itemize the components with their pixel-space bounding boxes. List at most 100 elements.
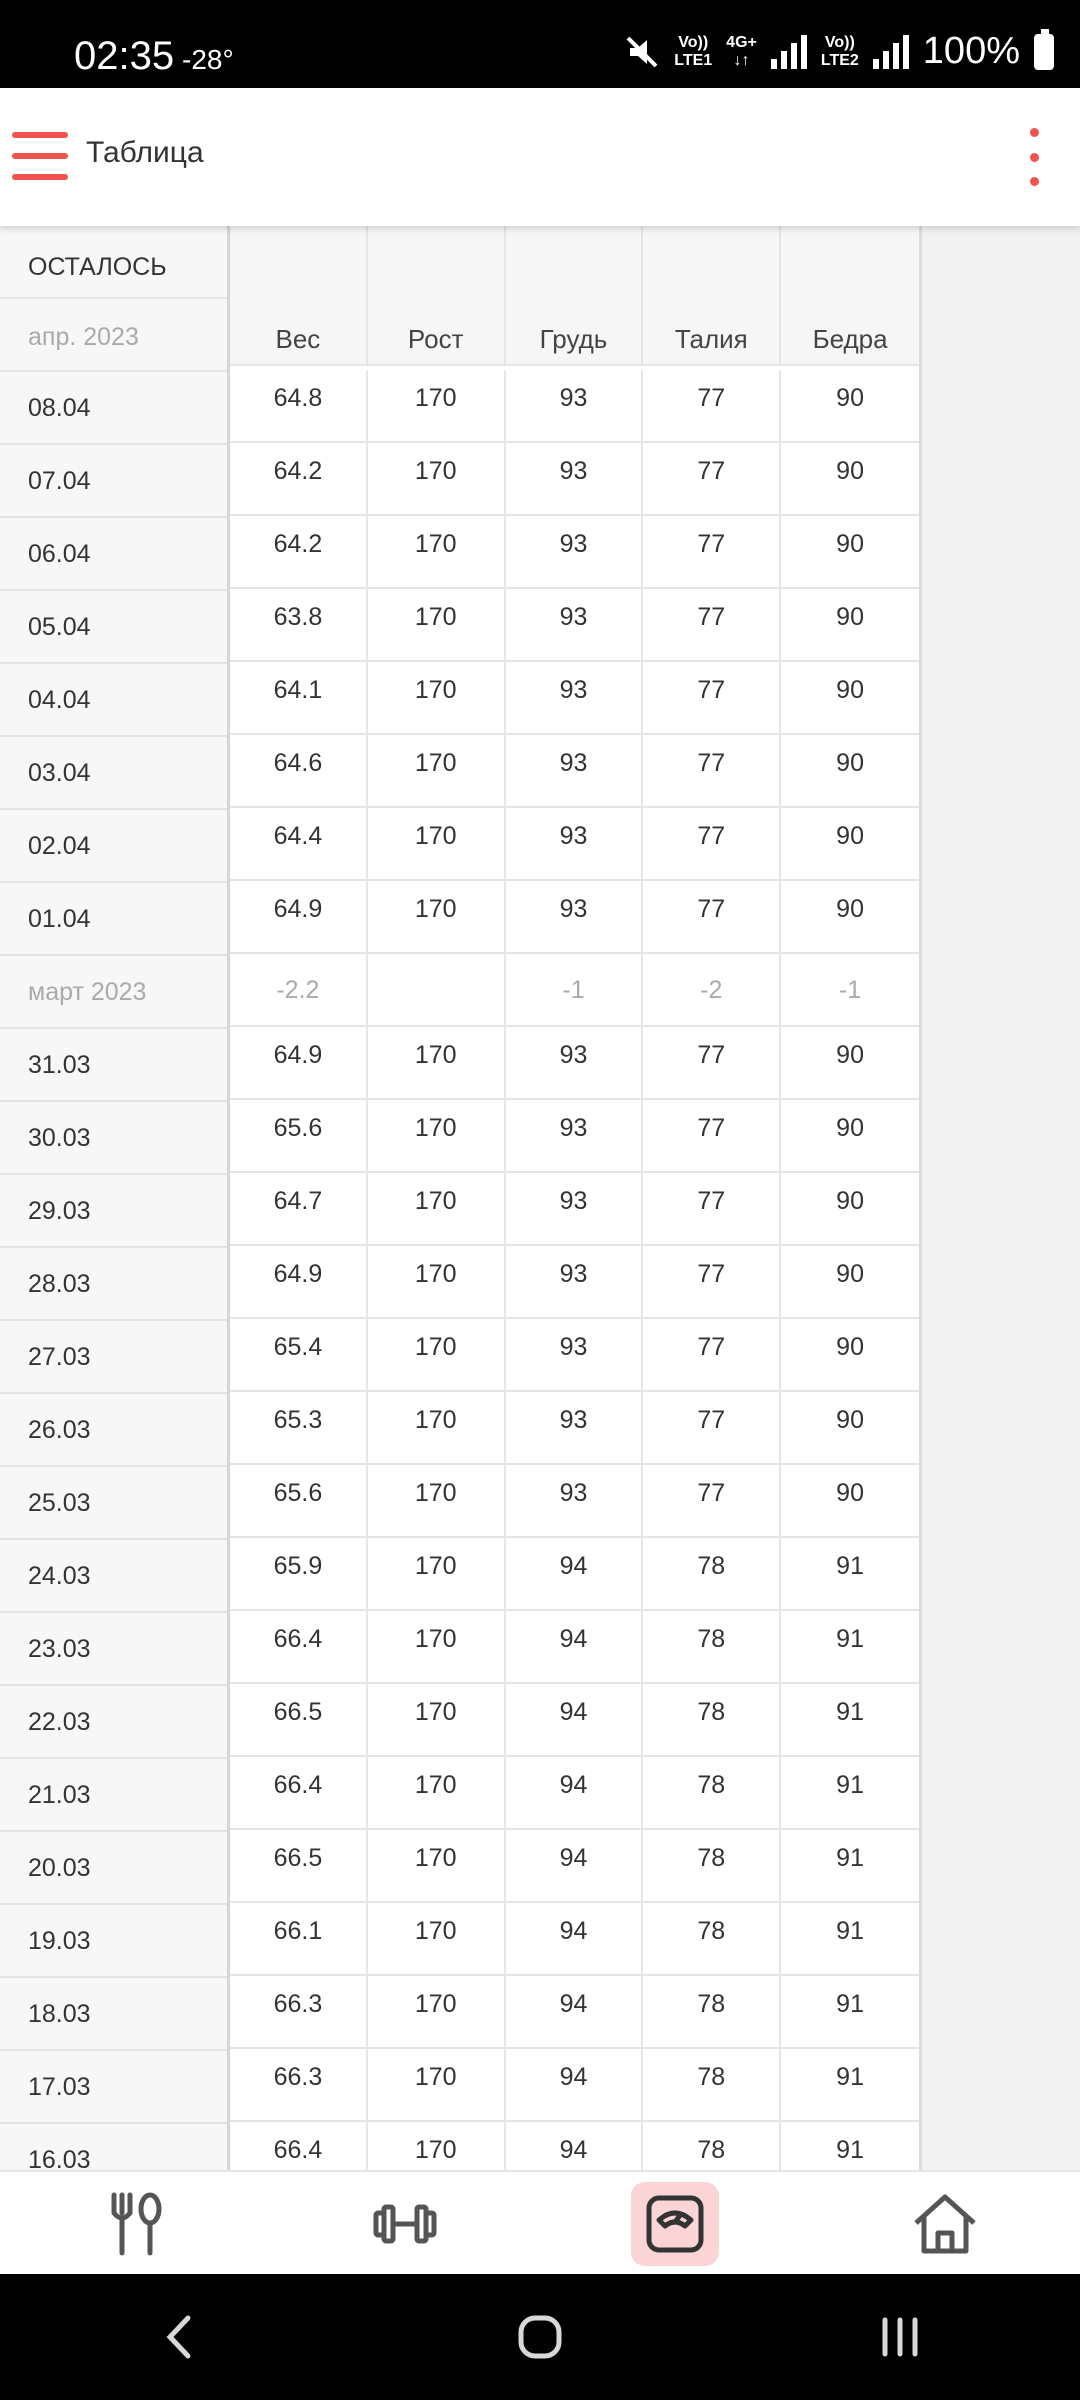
cell-hips: 90 [836,822,864,850]
cell-waist: 78 [643,1757,782,1828]
table-row[interactable]: 66.3 170 94 78 91 [230,2049,919,2122]
month-summary-row: -2.2 -1 -2 -1 [230,954,919,1027]
cell-hips: 90 [836,1260,864,1288]
dumbbell-icon [373,2204,437,2244]
row-date[interactable]: 28.03 [0,1248,227,1321]
system-home-button[interactable] [480,2297,600,2377]
cell-waist: 77 [643,443,782,514]
row-date[interactable]: 05.04 [0,591,227,664]
row-date[interactable]: 03.04 [0,737,227,810]
row-date[interactable]: 22.03 [0,1686,227,1759]
row-date[interactable]: 16.03 [0,2124,227,2170]
column-header-chest[interactable]: Грудь [506,226,644,364]
cell-chest: 93 [506,370,644,441]
cell-hips: 91 [836,1990,864,2018]
row-date[interactable]: 26.03 [0,1394,227,1467]
cell-weight: 64.1 [230,662,368,733]
column-header-waist[interactable]: Талия [643,226,782,364]
page-title: Таблица [86,136,204,169]
table-row[interactable]: 64.4 170 93 77 90 [230,808,919,881]
table-row[interactable]: 66.5 170 94 78 91 [230,1684,919,1757]
measurements-table[interactable]: ОСТАЛОСЬ апр. 2023 08.04 07.04 06.04 05.04 0… [0,226,1080,2170]
table-row[interactable]: 64.9 170 93 77 90 [230,881,919,954]
row-date[interactable]: 31.03 [0,1029,227,1102]
row-date[interactable]: 01.04 [0,883,227,956]
row-date[interactable]: 06.04 [0,518,227,591]
row-date[interactable]: 04.04 [0,664,227,737]
table-row[interactable]: 66.1 170 94 78 91 [230,1903,919,1976]
cell-hips: 91 [836,1552,864,1580]
recent-apps-icon [882,2317,918,2357]
column-header-height[interactable]: Рост [368,226,506,364]
nav-item-workout[interactable] [270,2172,540,2276]
row-date[interactable]: 30.03 [0,1102,227,1175]
hamburger-menu-icon[interactable] [12,132,68,180]
cell-chest: 93 [506,1465,644,1536]
cell-height: 170 [368,1830,506,1901]
home-circle-icon [518,2315,562,2359]
row-date[interactable]: 07.04 [0,445,227,518]
table-row[interactable]: 64.1 170 93 77 90 [230,662,919,735]
cell-weight: 64.7 [230,1173,368,1244]
cell-waist: 78 [643,1684,782,1755]
table-row[interactable]: 63.8 170 93 77 90 [230,589,919,662]
cell-weight: 66.4 [230,1757,368,1828]
cell-weight: 63.8 [230,589,368,660]
nav-item-food[interactable] [0,2172,270,2276]
system-recents-button[interactable] [840,2297,960,2377]
cell-hips: 90 [836,457,864,485]
table-row[interactable]: 65.6 170 93 77 90 [230,1100,919,1173]
row-date[interactable]: 19.03 [0,1905,227,1978]
row-date[interactable]: 24.03 [0,1540,227,1613]
cell-chest: 94 [506,1903,644,1974]
table-row[interactable]: 66.4 170 94 78 91 [230,1611,919,1684]
row-date[interactable]: 18.03 [0,1978,227,2051]
table-row[interactable]: 64.8 170 93 77 90 [230,370,919,443]
cell-chest: 93 [506,589,644,660]
nav-item-home[interactable] [810,2172,1080,2276]
cell-hips: 91 [836,2063,864,2091]
system-back-button[interactable] [120,2297,240,2377]
row-date[interactable]: 27.03 [0,1321,227,1394]
cell-hips: 91 [836,1917,864,1945]
row-date[interactable]: 17.03 [0,2051,227,2124]
row-date[interactable]: 25.03 [0,1467,227,1540]
cell-chest: 93 [506,516,644,587]
row-date[interactable]: 29.03 [0,1175,227,1248]
table-row[interactable]: 66.5 170 94 78 91 [230,1830,919,1903]
row-date[interactable]: 02.04 [0,810,227,883]
more-vertical-icon[interactable] [1024,128,1044,186]
table-row[interactable]: 65.4 170 93 77 90 [230,1319,919,1392]
row-date[interactable]: 20.03 [0,1832,227,1905]
cell-height: 170 [368,1757,506,1828]
table-row[interactable]: 65.6 170 93 77 90 [230,1465,919,1538]
cell-chest: 93 [506,1246,644,1317]
cell-height [368,954,506,1025]
table-row[interactable]: 64.9 170 93 77 90 [230,1027,919,1100]
cell-height: 170 [368,443,506,514]
bottom-navigation [0,2170,1080,2274]
table-row[interactable]: 64.2 170 93 77 90 [230,443,919,516]
column-header-hips[interactable]: Бедра [781,226,919,364]
table-row[interactable]: 66.4 170 94 78 91 [230,2122,919,2170]
nav-item-weight[interactable] [540,2172,810,2276]
cell-chest: 93 [506,735,644,806]
table-row[interactable]: 64.2 170 93 77 90 [230,516,919,589]
table-row[interactable]: 64.6 170 93 77 90 [230,735,919,808]
row-date[interactable]: 21.03 [0,1759,227,1832]
table-row[interactable]: 66.3 170 94 78 91 [230,1976,919,2049]
row-date[interactable]: 23.03 [0,1613,227,1686]
cell-hips: 91 [836,1844,864,1872]
table-row[interactable]: 66.4 170 94 78 91 [230,1757,919,1830]
row-date[interactable]: 08.04 [0,372,227,445]
cell-chest: 94 [506,1611,644,1682]
cell-weight: 64.2 [230,516,368,587]
column-header-weight[interactable]: Вес [230,226,368,364]
table-row[interactable]: 65.9 170 94 78 91 [230,1538,919,1611]
table-row[interactable]: 64.7 170 93 77 90 [230,1173,919,1246]
table-row[interactable]: 64.9 170 93 77 90 [230,1246,919,1319]
table-row[interactable]: 65.3 170 93 77 90 [230,1392,919,1465]
cell-waist: 77 [643,589,782,660]
cell-chest: 93 [506,1027,644,1098]
cell-waist: 77 [643,370,782,441]
